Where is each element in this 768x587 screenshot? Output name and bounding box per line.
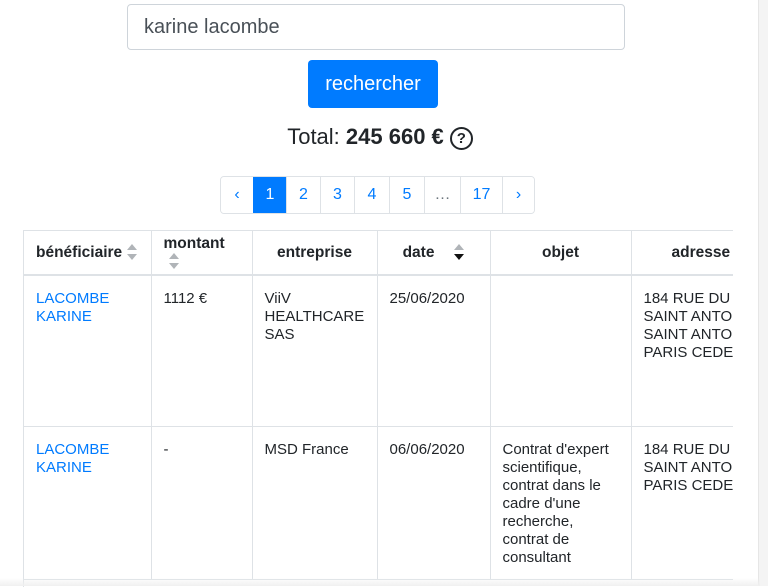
help-icon[interactable]: ? (449, 127, 473, 150)
cell-entreprise: ViiV HEALTHCARE SAS (252, 275, 378, 427)
page-3[interactable]: 3 (320, 177, 354, 213)
pagination: ‹ 1 2 3 4 5 … 17 › (220, 176, 535, 214)
header-montant-label: montant (163, 234, 225, 252)
header-entreprise-label: entreprise (277, 243, 352, 261)
page-17[interactable]: 17 (460, 177, 502, 213)
bottom-edge (0, 578, 760, 586)
header-objet: objet (490, 231, 632, 276)
cell-beneficiaire[interactable]: LACOMBE KARINE (24, 275, 152, 427)
beneficiaire-link[interactable]: LACOMBE KARINE (36, 290, 109, 325)
header-objet-label: objet (541, 243, 580, 261)
page-1[interactable]: 1 (253, 177, 286, 213)
page-5[interactable]: 5 (389, 177, 424, 213)
total-line: Total: 245 660 €? (0, 124, 760, 150)
page-scrollbar[interactable] (758, 0, 768, 586)
search-input[interactable] (127, 4, 625, 50)
table-row: LACOMBE KARINE 1112 € ViiV HEALTHCARE SA… (24, 275, 733, 427)
cell-objet (490, 275, 632, 427)
table-row: LACOMBE KARINE - MSD France 06/06/2020 C… (24, 426, 733, 580)
results-table[interactable]: bénéficiaire montant entreprise date obj… (23, 230, 733, 587)
cell-date: 25/06/2020 (377, 275, 491, 427)
total-label: Total: (287, 124, 340, 149)
cell-montant: - (151, 426, 253, 580)
cell-adresse: 184 RUE DU FAUBOURG SAINT ANTOINE HOPITA… (631, 275, 733, 427)
cell-entreprise: MSD France (252, 426, 378, 580)
sort-desc-icon[interactable] (454, 244, 465, 261)
cell-montant: 1112 € (151, 275, 253, 427)
cell-adresse: 184 RUE DU FAUBOURG SAINT ANTOINE 75571 … (631, 426, 733, 580)
header-entreprise: entreprise (252, 231, 378, 276)
cell-beneficiaire[interactable]: LACOMBE KARINE (24, 426, 152, 580)
table-header-row: bénéficiaire montant entreprise date obj… (24, 231, 733, 276)
page-ellipsis: … (424, 177, 460, 213)
total-value: 245 660 € (345, 124, 444, 149)
cell-date: 06/06/2020 (377, 426, 491, 580)
header-beneficiaire[interactable]: bénéficiaire (24, 231, 152, 276)
header-adresse: adresse (631, 231, 733, 276)
header-date-label: date (402, 243, 435, 261)
header-adresse-label: adresse (671, 243, 731, 261)
header-date[interactable]: date (377, 231, 491, 276)
page-2[interactable]: 2 (286, 177, 320, 213)
sort-icon[interactable] (127, 244, 138, 261)
page-4[interactable]: 4 (354, 177, 389, 213)
pagination-next[interactable]: › (502, 177, 534, 213)
beneficiaire-link[interactable]: LACOMBE KARINE (36, 441, 109, 476)
header-montant[interactable]: montant (151, 231, 253, 276)
header-beneficiaire-label: bénéficiaire (36, 243, 123, 261)
sort-icon[interactable] (168, 253, 179, 270)
search-button[interactable]: rechercher (308, 60, 438, 108)
pagination-prev[interactable]: ‹ (221, 177, 253, 213)
cell-objet: Contrat d'expert scientifique, contrat d… (490, 426, 632, 580)
